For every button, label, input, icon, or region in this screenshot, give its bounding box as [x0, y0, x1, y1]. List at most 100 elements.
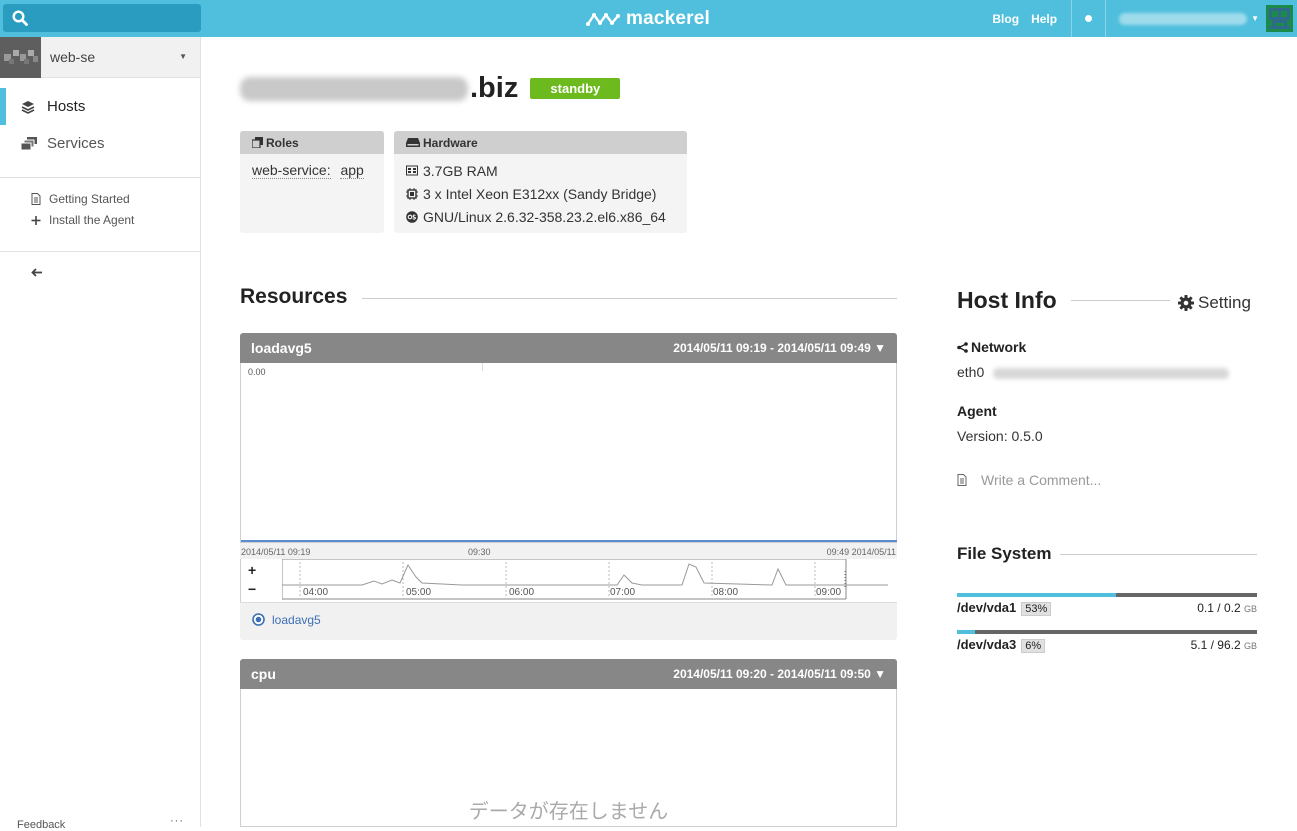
graph-title[interactable]: loadavg5	[251, 340, 312, 356]
host-name-suffix: .biz	[470, 72, 519, 104]
resources-heading: Resources	[240, 285, 347, 309]
plus-icon	[31, 215, 41, 225]
divider	[1071, 300, 1170, 301]
sidebar-item-hosts[interactable]: Hosts	[0, 88, 200, 125]
cpu-line: 3 x Intel Xeon E312xx (Sandy Bridge)	[406, 182, 675, 205]
document-icon	[957, 474, 967, 486]
role-name-link[interactable]: app	[340, 162, 364, 179]
user-name-blurred[interactable]	[1119, 12, 1248, 25]
organization-name: web-se	[50, 49, 96, 65]
resources-title: Resources	[240, 285, 348, 308]
brand-name: mackerel	[626, 8, 711, 29]
agent-title: Agent	[957, 403, 997, 419]
services-icon	[21, 137, 37, 150]
hardware-panel: Hardware 3.7GB RAM 3 x Intel Xeon E312xx…	[394, 131, 687, 233]
graph-header: loadavg5 2014/05/11 09:19 - 2014/05/11 0…	[240, 333, 897, 363]
feedback-link[interactable]: Feedback	[17, 819, 65, 831]
disk-size: 0.1 / 0.2 GB	[1197, 601, 1257, 615]
sidebar-item-services[interactable]: Services	[0, 125, 200, 162]
agent-version: Version: 0.5.0	[957, 428, 1043, 444]
top-bar: mackerel Blog Help ▼	[0, 0, 1297, 37]
help-link[interactable]: Help	[1031, 12, 1057, 26]
disk-unit: GB	[1243, 604, 1257, 614]
install-agent-link[interactable]: Install the Agent	[0, 209, 200, 230]
roles-panel: Roles web-service: app	[240, 131, 384, 233]
disk-row: /dev/vda3 6% 5.1 / 96.2 GB	[957, 637, 1257, 653]
disk-unit: GB	[1243, 641, 1257, 651]
brand-logo[interactable]: mackerel	[586, 8, 710, 30]
host-info-title: Host Info	[957, 287, 1057, 313]
disk-name-wrap: /dev/vda1 53%	[957, 600, 1052, 616]
disk-usage-bar	[957, 593, 1257, 597]
radio-selected-icon[interactable]	[252, 613, 265, 626]
network-interface: eth0	[957, 364, 1230, 380]
disk-row: /dev/vda1 53% 0.1 / 0.2 GB	[957, 600, 1257, 616]
disk-percent-badge: 53%	[1021, 602, 1052, 616]
setting-button[interactable]: Setting	[1178, 293, 1251, 313]
os-value: GNU/Linux 2.6.32-358.23.2.el6.x86_64	[423, 208, 666, 225]
getting-started-label: Getting Started	[49, 191, 130, 206]
gear-icon	[1178, 295, 1194, 311]
document-icon	[31, 192, 41, 205]
hardware-title: Hardware	[423, 135, 478, 150]
user-menu-caret-icon[interactable]: ▼	[1251, 14, 1259, 23]
top-links: Blog Help ▼	[980, 0, 1297, 37]
graph-plot-area[interactable]: 0.00	[240, 363, 897, 543]
zoom-in-button[interactable]: +	[248, 562, 256, 578]
mackerel-logo-icon	[586, 13, 620, 26]
search-icon[interactable]	[12, 10, 28, 26]
zoom-out-button[interactable]: −	[248, 581, 256, 597]
status-badge[interactable]: standby	[530, 78, 621, 99]
disk-percent-badge: 6%	[1021, 639, 1046, 653]
comment-field[interactable]: Write a Comment...	[957, 472, 1101, 488]
graph-header: cpu 2014/05/11 09:20 - 2014/05/11 09:50 …	[240, 659, 897, 689]
disk-total: 96.2	[1217, 638, 1241, 652]
layers-icon	[21, 100, 35, 114]
organization-switcher[interactable]: web-se ▼	[0, 36, 200, 78]
disk-name: /dev/vda1	[957, 600, 1017, 615]
graph-legend: loadavg5	[240, 602, 897, 636]
chevron-down-icon[interactable]: ▼	[179, 52, 187, 61]
disk-total: 0.2	[1223, 601, 1241, 615]
overview-sparkline	[282, 559, 888, 600]
comment-placeholder: Write a Comment...	[981, 472, 1102, 488]
graph-title[interactable]: cpu	[251, 666, 276, 682]
disk-usage-fill	[957, 593, 1116, 597]
legend-series-label[interactable]: loadavg5	[272, 613, 321, 627]
roles-title: Roles	[266, 135, 299, 150]
graph-plot-area[interactable]: データが存在しません	[240, 689, 897, 827]
network-label: Network	[957, 339, 1026, 355]
divider	[1060, 554, 1257, 555]
ip-address-blurred	[993, 367, 1230, 379]
more-menu-icon[interactable]: ···	[170, 815, 184, 827]
graph-loadavg5: loadavg5 2014/05/11 09:19 - 2014/05/11 0…	[240, 333, 897, 640]
collapse-sidebar-button[interactable]	[0, 252, 200, 292]
agent-label: Agent	[957, 403, 997, 419]
getting-started-link[interactable]: Getting Started	[0, 188, 200, 209]
overview-tick: 07:00	[610, 587, 636, 598]
hardware-header: Hardware	[394, 131, 687, 154]
graph-time-range[interactable]: 2014/05/11 09:20 - 2014/05/11 09:50 ▼	[673, 667, 886, 681]
blog-link[interactable]: Blog	[992, 12, 1019, 26]
host-title: .biz standby	[240, 72, 621, 105]
setting-label: Setting	[1198, 293, 1251, 312]
interface-name: eth0	[957, 364, 985, 380]
empty-data-message: データが存在しません	[468, 801, 669, 823]
divider	[362, 298, 897, 299]
graph-x-axis: 2014/05/11 09:19 09:30 09:49 2014/05/11	[240, 543, 897, 559]
sidebar-item-label: Services	[47, 135, 105, 152]
x-axis-start: 2014/05/11 09:19	[241, 547, 311, 557]
user-avatar[interactable]	[1266, 5, 1293, 32]
graph-time-range[interactable]: 2014/05/11 09:19 - 2014/05/11 09:49 ▼	[673, 341, 886, 355]
organization-avatar	[0, 36, 41, 78]
overview-tick: 06:00	[509, 587, 535, 598]
arrow-left-icon	[31, 267, 42, 277]
role-service-link[interactable]: web-service:	[252, 162, 331, 179]
search-box[interactable]	[3, 4, 201, 32]
notification-dot-icon[interactable]	[1085, 15, 1093, 22]
gridline	[482, 363, 483, 371]
series-line-loadavg5	[241, 540, 897, 542]
network-title: Network	[971, 339, 1027, 355]
ram-value: 3.7GB RAM	[423, 162, 498, 179]
disk-usage-fill	[957, 630, 975, 634]
